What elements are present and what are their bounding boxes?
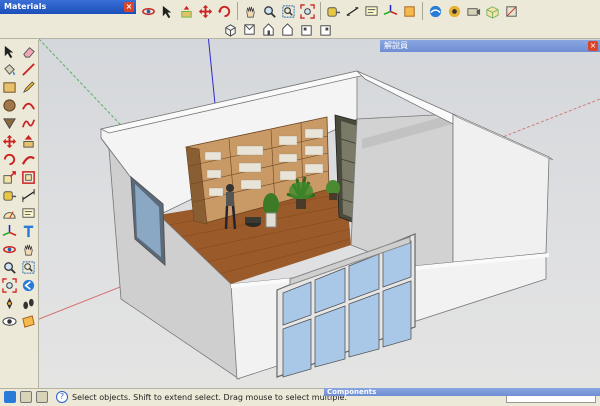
orbit-icon[interactable] bbox=[140, 3, 157, 20]
iso-view-icon[interactable] bbox=[222, 21, 239, 38]
views-toolbar-row bbox=[222, 21, 334, 38]
right-wall-top bbox=[356, 70, 454, 125]
freehand-icon[interactable] bbox=[20, 115, 37, 132]
3d-text-icon[interactable] bbox=[20, 223, 37, 240]
push-pull-icon[interactable] bbox=[20, 133, 37, 150]
pan-icon[interactable] bbox=[242, 3, 259, 20]
pan-icon[interactable] bbox=[20, 241, 37, 258]
position-camera-icon[interactable] bbox=[1, 295, 18, 312]
left-view-icon[interactable] bbox=[317, 21, 334, 38]
text-icon[interactable] bbox=[363, 3, 380, 20]
text-icon[interactable] bbox=[20, 205, 37, 222]
zoom-extents-icon[interactable] bbox=[1, 277, 18, 294]
dimension-icon[interactable] bbox=[344, 3, 361, 20]
position-camera-icon[interactable] bbox=[465, 3, 482, 20]
components-icon[interactable] bbox=[484, 3, 501, 20]
rotate-icon[interactable] bbox=[1, 151, 18, 168]
rectangle-icon[interactable] bbox=[1, 79, 18, 96]
left-toolbar bbox=[0, 40, 39, 388]
look-around-icon[interactable] bbox=[1, 313, 18, 330]
push-pull-icon[interactable] bbox=[178, 3, 195, 20]
tape-measure-icon[interactable] bbox=[1, 187, 18, 204]
walk-icon[interactable] bbox=[427, 3, 444, 20]
zoom-icon[interactable] bbox=[261, 3, 278, 20]
section-icon[interactable] bbox=[401, 3, 418, 20]
close-icon[interactable]: × bbox=[124, 2, 134, 12]
look-around-icon[interactable] bbox=[446, 3, 463, 20]
eraser-icon[interactable] bbox=[20, 43, 37, 60]
top-toolbar: Materials × bbox=[0, 0, 600, 39]
axes-icon[interactable] bbox=[382, 3, 399, 20]
main-toolbar-row bbox=[140, 2, 520, 20]
materials-title: Materials bbox=[4, 2, 47, 11]
model-scene[interactable] bbox=[39, 39, 600, 388]
section-plane-icon[interactable] bbox=[20, 313, 37, 330]
pencil-icon[interactable] bbox=[20, 79, 37, 96]
zoom-icon[interactable] bbox=[1, 259, 18, 276]
follow-me-icon[interactable] bbox=[20, 151, 37, 168]
model-viewport[interactable] bbox=[39, 39, 600, 388]
walk-icon[interactable] bbox=[20, 295, 37, 312]
styles-icon[interactable] bbox=[503, 3, 520, 20]
polygon-icon[interactable] bbox=[1, 115, 18, 132]
materials-window-title-bar[interactable]: Materials × bbox=[0, 0, 136, 14]
zoom-window-icon[interactable] bbox=[280, 3, 297, 20]
tape-icon[interactable] bbox=[325, 3, 342, 20]
components-window-title-bar[interactable]: Components bbox=[324, 388, 600, 396]
user-icon[interactable] bbox=[36, 391, 48, 403]
zoom-window-icon[interactable] bbox=[20, 259, 37, 276]
select-icon[interactable] bbox=[159, 3, 176, 20]
top-view-icon[interactable] bbox=[241, 21, 258, 38]
close-icon[interactable]: × bbox=[588, 41, 598, 51]
ottoman[interactable] bbox=[245, 217, 261, 227]
back-view-icon[interactable] bbox=[298, 21, 315, 38]
scale-icon[interactable] bbox=[1, 169, 18, 186]
offset-icon[interactable] bbox=[20, 169, 37, 186]
paint-bucket-icon[interactable] bbox=[1, 61, 18, 78]
circle-icon[interactable] bbox=[1, 97, 18, 114]
status-hint: Select objects. Shift to extend select. … bbox=[72, 393, 348, 402]
credits-icon[interactable] bbox=[20, 391, 32, 403]
help-icon[interactable]: ? bbox=[56, 391, 68, 403]
axes-icon[interactable] bbox=[1, 223, 18, 240]
right-view-icon[interactable] bbox=[279, 21, 296, 38]
protractor-icon[interactable] bbox=[1, 205, 18, 222]
instructor-window-title-bar[interactable]: 解說員 × bbox=[380, 40, 600, 52]
previous-view-icon[interactable] bbox=[20, 277, 37, 294]
front-view-icon[interactable] bbox=[260, 21, 277, 38]
move-icon[interactable] bbox=[197, 3, 214, 20]
geo-location-icon[interactable] bbox=[4, 391, 16, 403]
line-icon[interactable] bbox=[20, 61, 37, 78]
orbit-icon[interactable] bbox=[1, 241, 18, 258]
instructor-title: 解說員 bbox=[384, 41, 408, 50]
rotate-icon[interactable] bbox=[216, 3, 233, 20]
components-title: Components bbox=[327, 388, 377, 396]
zoom-extents-icon[interactable] bbox=[299, 3, 316, 20]
move-icon[interactable] bbox=[1, 133, 18, 150]
dimension-icon[interactable] bbox=[20, 187, 37, 204]
arc-icon[interactable] bbox=[20, 97, 37, 114]
select-icon[interactable] bbox=[1, 43, 18, 60]
